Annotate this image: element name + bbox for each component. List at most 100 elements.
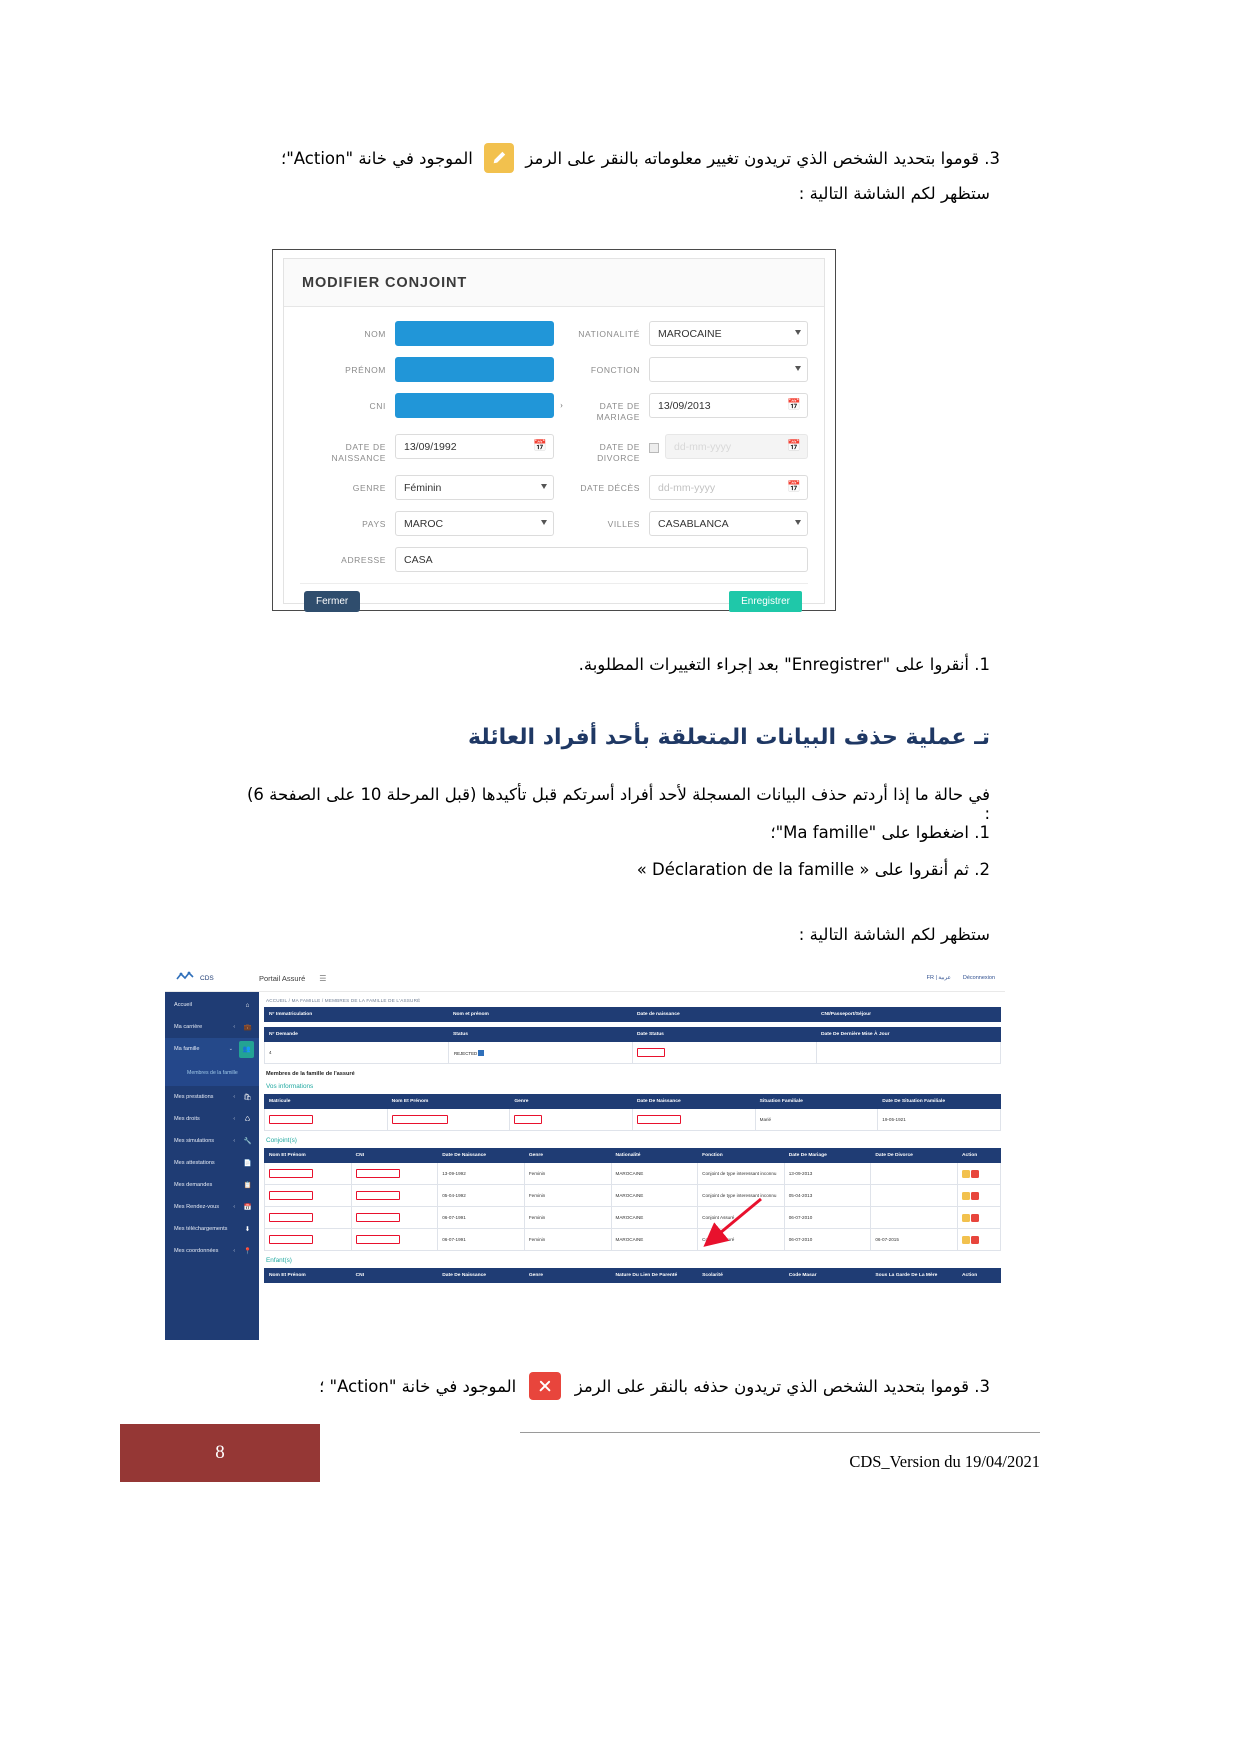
sidebar-sublabel: Membres de la famille bbox=[187, 1070, 238, 1076]
th-cni: CNI bbox=[350, 1268, 439, 1283]
calendar-icon[interactable]: 📅 bbox=[533, 440, 547, 453]
sidebar-item-mes-attestations[interactable]: Mes attestations 📄 bbox=[165, 1152, 259, 1174]
delete-icon[interactable] bbox=[971, 1213, 980, 1222]
calendar-icon[interactable]: 📅 bbox=[787, 481, 801, 494]
th-genre: Genre bbox=[509, 1094, 633, 1109]
cell-genre: Feminin bbox=[523, 1184, 612, 1207]
users-icon: 👥 bbox=[239, 1040, 254, 1058]
vos-informations-title: Vos informations bbox=[266, 1083, 314, 1090]
nationalite-label: NATIONALITÉ bbox=[578, 329, 640, 339]
th-status: Status bbox=[448, 1027, 633, 1042]
step-save: 1. أنقروا على "Enregistrer" بعد إجراء ال… bbox=[290, 655, 990, 674]
sidebar-item-mes-droits[interactable]: Mes droits ‹ ♺ bbox=[165, 1108, 259, 1130]
cell-divorce bbox=[870, 1162, 958, 1185]
cell-situation: Marié bbox=[754, 1108, 879, 1131]
pays-select[interactable]: MAROC bbox=[395, 511, 554, 536]
conjoints-table: Nom Et Prénom CNI Date De Naissance Genr… bbox=[264, 1148, 1001, 1251]
step-3-bottom-number: 3. bbox=[974, 1377, 990, 1396]
step-3-bottom-text-b: الموجود في خانة "Action" ؛ bbox=[319, 1377, 517, 1396]
cell-cni bbox=[350, 1228, 439, 1251]
screen-follows-bottom: ستظهر لكم الشاشة التالية : bbox=[798, 925, 990, 944]
cni-input[interactable] bbox=[395, 393, 554, 418]
chevron-left-icon: ‹ bbox=[233, 1116, 235, 1122]
cell-naissance: 13-09-1992 bbox=[437, 1162, 525, 1185]
cell-action bbox=[957, 1206, 1001, 1229]
demande-table: N° Demande Status Date Status Date De De… bbox=[264, 1027, 1001, 1064]
th-matricule: Matricule bbox=[264, 1094, 388, 1109]
logout-button[interactable]: Déconnexion bbox=[963, 975, 995, 981]
sidebar-item-ma-carriere[interactable]: Ma carrière ‹ 💼 bbox=[165, 1016, 259, 1038]
redaction-box bbox=[355, 1168, 400, 1178]
date-deces-input[interactable]: dd-mm-yyyy bbox=[649, 475, 808, 500]
document-page: 3. قوموا بتحديد الشخص الذي تريدون تغيير … bbox=[0, 0, 1240, 1755]
adresse-input[interactable]: CASA bbox=[395, 547, 808, 572]
cell-action bbox=[957, 1228, 1001, 1251]
chevron-down-icon bbox=[795, 330, 801, 335]
nationalite-select[interactable]: MAROCAINE bbox=[649, 321, 808, 346]
wrench-icon: 🔧 bbox=[243, 1138, 252, 1145]
sidebar-subitem-membres-famille[interactable]: Membres de la famille bbox=[165, 1060, 259, 1086]
th-date-naissance: Date De Naissance bbox=[437, 1148, 525, 1163]
nom-input[interactable] bbox=[395, 321, 554, 346]
fonction-select[interactable] bbox=[649, 357, 808, 382]
cell-nom bbox=[264, 1162, 352, 1185]
date-naissance-input[interactable]: 13/09/1992 bbox=[395, 434, 554, 459]
form-title: MODIFIER CONJOINT bbox=[302, 274, 468, 291]
sidebar-label: Mes droits bbox=[174, 1116, 200, 1122]
sidebar-item-mes-coordonnees[interactable]: Mes coordonnées ‹ 📍 bbox=[165, 1240, 259, 1262]
sidebar-label: Accueil bbox=[174, 1002, 193, 1008]
sidebar-item-mes-rendez-vous[interactable]: Mes Rendez-vous ‹ 📅 bbox=[165, 1196, 259, 1218]
th-cni: CNI bbox=[350, 1148, 439, 1163]
immatriculation-table: N° Immatriculation Nom et prénom Date de… bbox=[264, 1007, 1001, 1022]
delete-icon[interactable] bbox=[971, 1169, 980, 1178]
delete-icon[interactable] bbox=[971, 1191, 980, 1200]
annotation-arrow bbox=[703, 1197, 762, 1247]
redaction-box bbox=[355, 1234, 400, 1244]
th-action: Action bbox=[957, 1268, 1001, 1283]
app-topbar: CDS Portail Assuré ☰ FR | عربية Déconnex… bbox=[165, 965, 1005, 992]
enfants-title: Enfant(s) bbox=[266, 1257, 292, 1264]
villes-label: VILLES bbox=[607, 519, 640, 529]
section-intro: في حالة ما إذا أردتم حذف البيانات المسجل… bbox=[246, 785, 990, 823]
status-badge: REJECTED bbox=[453, 1050, 479, 1056]
save-button[interactable]: Enregistrer bbox=[729, 591, 802, 612]
step-3-top-text-a: قوموا بتحديد الشخص الذي تريدون تغيير معل… bbox=[525, 149, 979, 168]
th-action: Action bbox=[957, 1148, 1001, 1163]
genre-select[interactable]: Féminin bbox=[395, 475, 554, 500]
hamburger-icon[interactable]: ☰ bbox=[319, 974, 326, 983]
edit-icon[interactable] bbox=[962, 1191, 970, 1200]
sidebar-label: Mes coordonnées bbox=[174, 1248, 219, 1254]
delete-icon[interactable] bbox=[971, 1235, 980, 1244]
date-divorce-checkbox[interactable] bbox=[649, 443, 659, 453]
portal-title: Portail Assuré bbox=[259, 973, 306, 983]
footer-divider bbox=[520, 1432, 1040, 1433]
sidebar-item-mes-telechargements[interactable]: Mes téléchargements ⬇ bbox=[165, 1218, 259, 1240]
th-scolarite: Scolarité bbox=[697, 1268, 785, 1283]
chevron-left-icon: ‹ bbox=[233, 1138, 235, 1144]
prenom-input[interactable] bbox=[395, 357, 554, 382]
sidebar-item-accueil[interactable]: Accueil ⌂ bbox=[165, 994, 259, 1016]
cell-mariage: 06-07-2010 bbox=[783, 1206, 872, 1229]
villes-select[interactable]: CASABLANCA bbox=[649, 511, 808, 536]
field-date-divorce: DATE DE DIVORCE dd-mm-yyyy 📅 bbox=[554, 434, 808, 464]
field-cni: CNI › bbox=[300, 393, 563, 418]
th-date-maj: Date De Dernière Mise À Jour bbox=[816, 1027, 1001, 1042]
edit-icon[interactable] bbox=[962, 1169, 970, 1178]
redaction-box bbox=[269, 1212, 313, 1222]
sidebar-item-ma-famille[interactable]: Ma famille ⌄ 👥 bbox=[165, 1038, 259, 1060]
language-switcher[interactable]: FR | عربية bbox=[927, 975, 951, 981]
cell-nom bbox=[264, 1206, 352, 1229]
cell-action bbox=[957, 1184, 1001, 1207]
sidebar-item-mes-simulations[interactable]: Mes simulations ‹ 🔧 bbox=[165, 1130, 259, 1152]
calendar-icon[interactable]: 📅 bbox=[787, 399, 801, 412]
brand: CDS bbox=[165, 970, 259, 986]
edit-icon[interactable] bbox=[962, 1213, 970, 1222]
table-header-row: Matricule Nom Et Prénom Genre Date De Na… bbox=[264, 1094, 1001, 1109]
close-button[interactable]: Fermer bbox=[304, 591, 361, 612]
sidebar-item-mes-demandes[interactable]: Mes demandes 📋 bbox=[165, 1174, 259, 1196]
sidebar-item-mes-prestations[interactable]: Mes prestations ‹ 🛍 bbox=[165, 1086, 259, 1108]
edit-icon[interactable] bbox=[962, 1235, 970, 1244]
status-square-icon bbox=[478, 1049, 485, 1056]
sidebar-label: Mes attestations bbox=[174, 1160, 215, 1166]
date-mariage-input[interactable]: 13/09/2013 bbox=[649, 393, 808, 418]
